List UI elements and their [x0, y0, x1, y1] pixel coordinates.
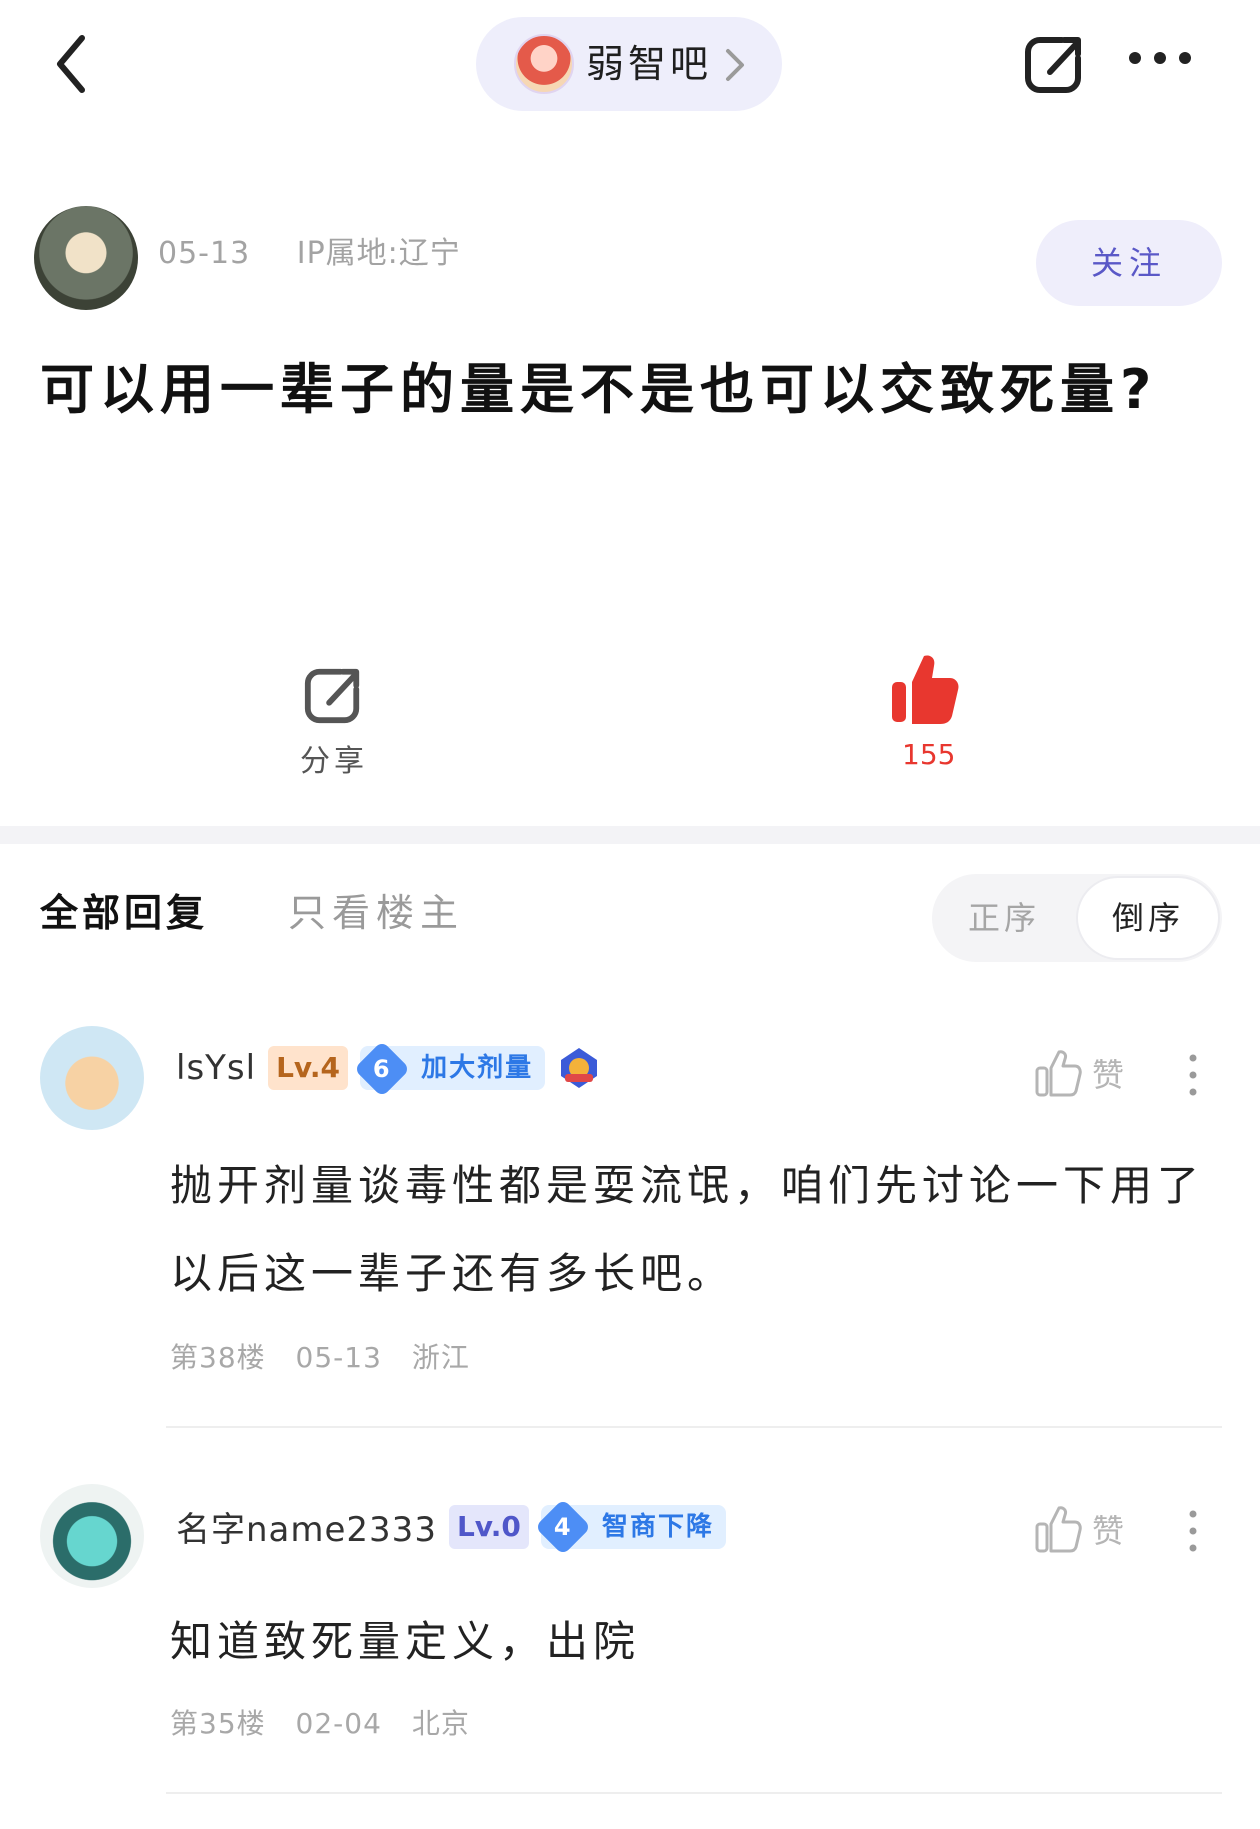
post-meta: 05-13 IP属地:辽宁	[158, 228, 497, 272]
commenter-avatar[interactable]	[40, 1484, 144, 1588]
comment-like-button[interactable]: 赞	[1034, 1048, 1126, 1098]
post-ip-location: IP属地:辽宁	[296, 236, 461, 271]
medal-icon	[561, 1048, 598, 1088]
comment-meta: 第38楼 05-13 浙江	[170, 1336, 490, 1376]
follow-button[interactable]: 关注	[1036, 220, 1222, 306]
badge-text: 加大剂量	[421, 1053, 534, 1083]
comment-divider	[166, 1426, 1222, 1428]
more-button[interactable]	[1128, 50, 1192, 69]
like-count: 155	[902, 738, 956, 771]
tab-all-replies[interactable]: 全部回复	[40, 882, 208, 937]
comment-meta: 第35楼 02-04 北京	[170, 1702, 490, 1742]
author-avatar[interactable]	[34, 206, 138, 310]
comment-location: 北京	[411, 1707, 470, 1740]
chevron-right-icon	[726, 49, 744, 81]
level-badge: Lv.4	[268, 1046, 349, 1090]
comment-date: 02-04	[295, 1707, 382, 1740]
forum-entry-button[interactable]: 弱智吧	[476, 17, 782, 111]
comment-floor: 第38楼	[170, 1341, 266, 1374]
share-button-top[interactable]	[1022, 32, 1086, 100]
like-button[interactable]	[890, 652, 960, 730]
sort-asc-button[interactable]: 正序	[968, 874, 1040, 962]
back-button[interactable]	[52, 34, 92, 94]
like-label: 赞	[1092, 1512, 1127, 1550]
comment-text: 知道致死量定义，出院	[170, 1617, 641, 1666]
badge-number: 4	[553, 1512, 573, 1541]
comment-user-row: 名字name2333 Lv.0 4 智商下降	[176, 1498, 726, 1556]
tab-only-op[interactable]: 只看楼主	[288, 882, 464, 937]
comment-divider	[166, 1792, 1222, 1794]
forum-name: 弱智吧	[586, 42, 713, 86]
level-badge: Lv.0	[448, 1504, 529, 1549]
comment-user-row: lsYsl Lv.4 6 加大剂量	[176, 1040, 601, 1097]
comment-more-button[interactable]	[1188, 1054, 1198, 1100]
comment-text: 抛开剂量谈毒性都是耍流氓，咱们先讨论一下用了以后这一辈子还有多长吧。	[170, 1161, 1205, 1298]
back-arrow-icon	[57, 35, 85, 93]
sort-toggle: 正序 倒序	[932, 874, 1222, 962]
post-title: 可以用一辈子的量是不是也可以交致死量?	[40, 358, 1158, 421]
share-icon	[1025, 37, 1081, 93]
vertical-more-icon	[1189, 1054, 1197, 1096]
more-icon	[1129, 52, 1191, 64]
post-date: 05-13	[158, 236, 251, 271]
comment-floor: 第35楼	[170, 1707, 266, 1740]
thumbs-up-outline-icon	[1035, 1506, 1082, 1553]
forum-avatar	[514, 34, 574, 94]
title-badge: 4 智商下降	[534, 1498, 726, 1556]
thumbs-up-filled-icon	[892, 655, 959, 724]
share-label: 分享	[300, 744, 368, 779]
sort-desc-button[interactable]: 倒序	[1078, 878, 1218, 958]
title-badge: 6 加大剂量	[353, 1040, 546, 1097]
comment-username[interactable]: 名字name2333	[176, 1502, 437, 1551]
badge-number: 6	[372, 1054, 392, 1083]
share-icon	[304, 668, 360, 724]
thumbs-up-outline-icon	[1035, 1050, 1082, 1097]
comment-like-button[interactable]: 赞	[1034, 1504, 1126, 1554]
commenter-avatar[interactable]	[40, 1026, 144, 1130]
comment-date: 05-13	[295, 1341, 382, 1374]
like-label: 赞	[1092, 1056, 1127, 1094]
section-divider	[0, 826, 1260, 844]
vertical-more-icon	[1189, 1510, 1197, 1552]
comment-more-button[interactable]	[1188, 1510, 1198, 1556]
share-button[interactable]	[302, 664, 364, 730]
comment-location: 浙江	[411, 1341, 470, 1374]
comment-username[interactable]: lsYsl	[176, 1048, 256, 1088]
badge-text: 智商下降	[601, 1511, 714, 1542]
